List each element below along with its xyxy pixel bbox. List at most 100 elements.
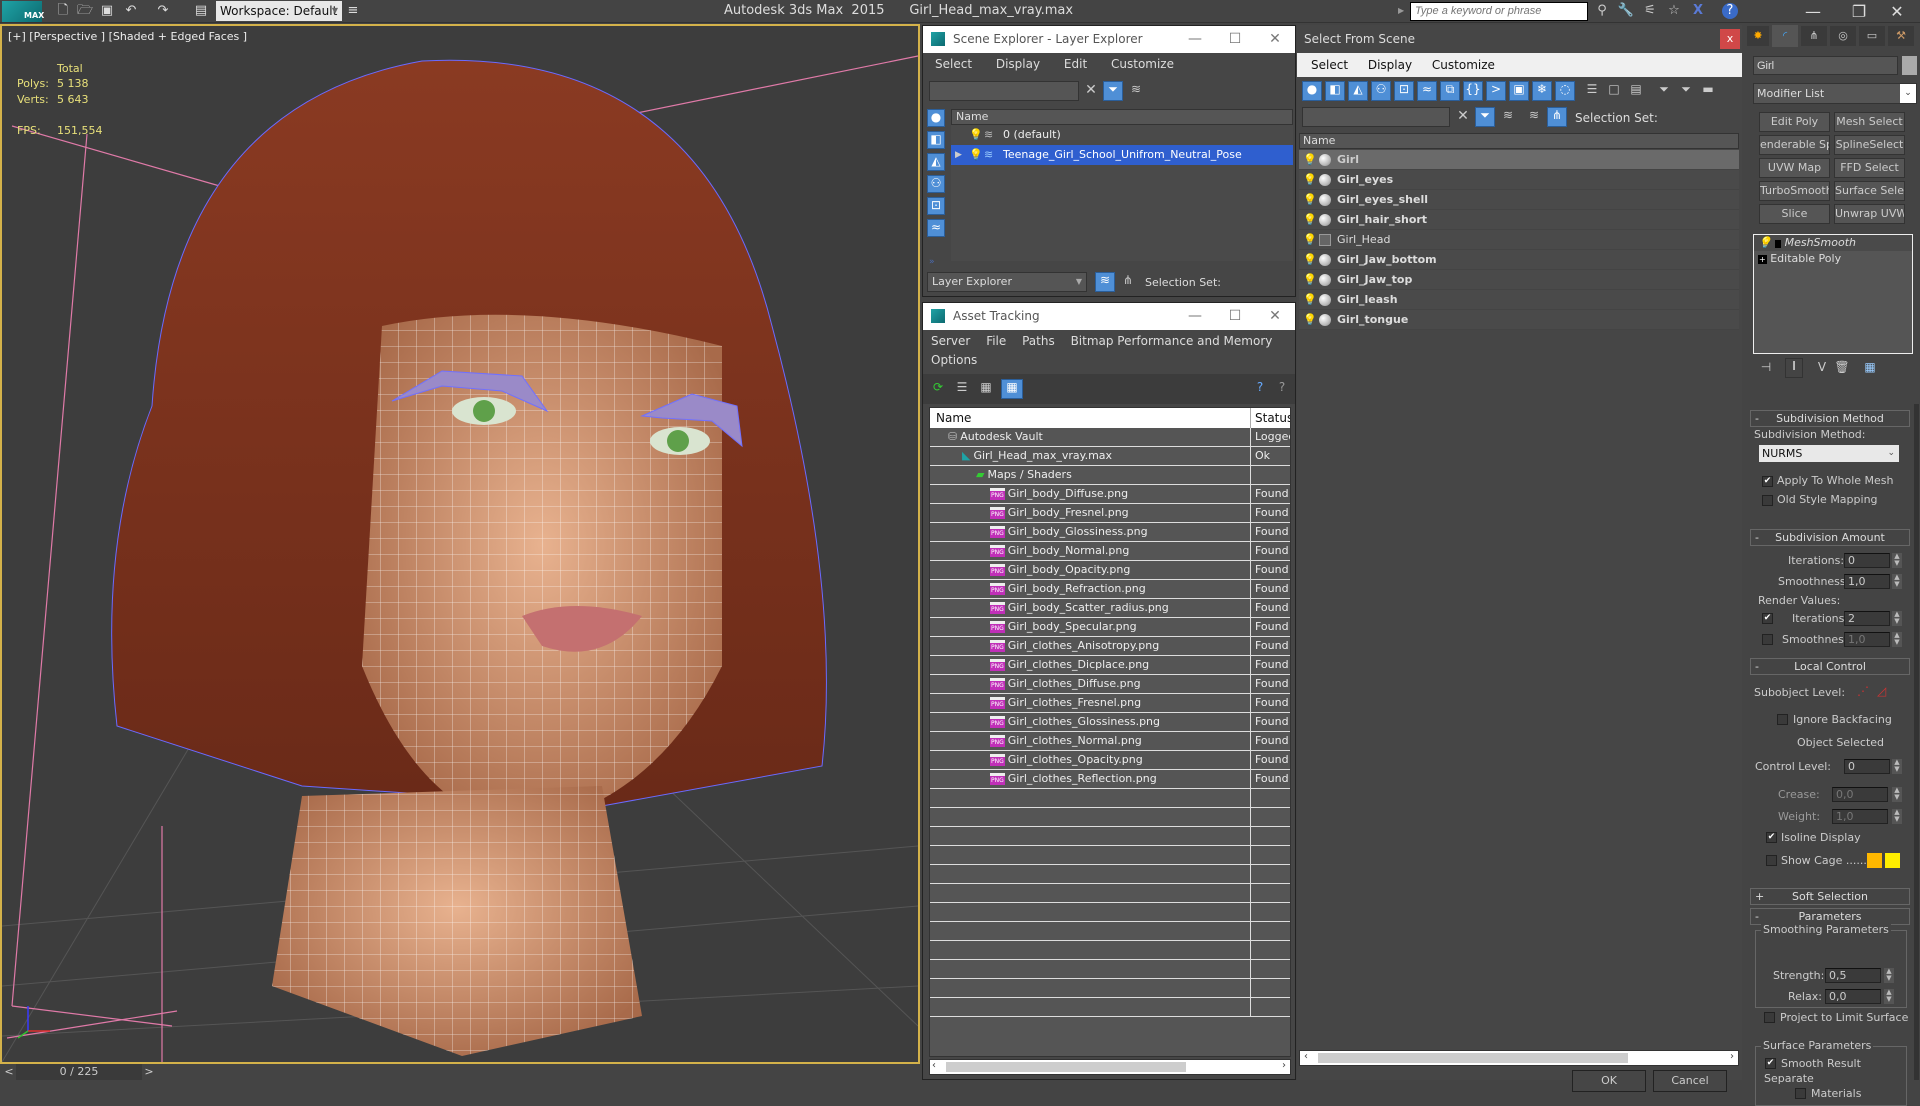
lights-filter-icon[interactable]: ◭ — [1348, 81, 1368, 101]
layer-options-icon[interactable]: ≋ — [1127, 82, 1145, 100]
visibility-bulb-icon[interactable]: 💡 — [1303, 230, 1317, 250]
help-icon[interactable]: ? — [1273, 380, 1291, 398]
display-invert-icon[interactable]: ▤ — [1627, 82, 1645, 100]
next-frame-button[interactable]: > — [142, 1064, 156, 1080]
visibility-bulb-icon[interactable]: 💡 — [1303, 270, 1317, 290]
asset-row[interactable]: PNG Girl_clothes_Reflection.png Found — [930, 770, 1290, 789]
asset-row[interactable]: PNG Girl_clothes_Anisotropy.png Found — [930, 637, 1290, 656]
time-slider[interactable]: 0 / 225 — [16, 1064, 142, 1080]
helpers-filter-icon[interactable]: ⊡ — [1394, 81, 1414, 101]
asset-row[interactable]: PNG Girl_body_Scatter_radius.png Found — [930, 599, 1290, 618]
scene-object-row[interactable]: 💡 Girl_eyes — [1299, 170, 1739, 190]
visibility-bulb-icon[interactable]: 💡 — [1303, 170, 1317, 190]
scroll-right-icon[interactable]: › — [1730, 1051, 1734, 1062]
groups-filter-icon[interactable]: ⧉ — [1440, 81, 1460, 101]
sort-by-hierarchy-icon[interactable]: ⋔ — [1119, 273, 1137, 291]
utilities-tab-icon[interactable]: ⚒ — [1888, 26, 1914, 46]
spacewarps-filter-icon[interactable]: ≈ — [1417, 81, 1437, 101]
asset-row[interactable]: PNG Girl_clothes_Fresnel.png Found — [930, 694, 1290, 713]
expand-icon[interactable]: + — [1758, 255, 1767, 264]
key-icon[interactable]: 🔧 — [1616, 2, 1636, 20]
scroll-right-icon[interactable]: › — [1282, 1060, 1286, 1071]
show-cage-checkbox[interactable] — [1766, 855, 1777, 866]
relax-spinner[interactable]: 0,0 — [1825, 989, 1881, 1004]
helpers-filter-icon[interactable]: ⊡ — [927, 197, 945, 215]
spinner-arrows-icon[interactable]: ▲ ▼ — [1892, 759, 1902, 774]
frozen-filter-icon[interactable]: ❄ — [1532, 81, 1552, 101]
display-all-icon[interactable]: ☰ — [1583, 82, 1601, 100]
visibility-bulb-icon[interactable]: 💡 — [1303, 310, 1317, 330]
open-file-icon[interactable]: 🗁 — [76, 3, 94, 19]
menu-options[interactable]: Options — [931, 353, 977, 367]
modifier-button-turbosmooth[interactable]: TurboSmooth — [1759, 181, 1830, 201]
modifier-button-unwrap-uvw[interactable]: Unwrap UVW — [1834, 204, 1905, 224]
asset-row[interactable]: PNG Girl_clothes_Dicplace.png Found — [930, 656, 1290, 675]
render-iterations-checkbox[interactable]: ✔ — [1762, 613, 1773, 624]
undo-icon[interactable]: ↶ — [122, 3, 140, 19]
asset-row[interactable]: PNG Girl_clothes_Opacity.png Found — [930, 751, 1290, 770]
render-iterations-spinner[interactable]: 2 — [1844, 611, 1890, 626]
layer-options-icon[interactable]: ≋ — [1499, 108, 1517, 126]
lightbulb-icon[interactable]: 💡 — [1758, 236, 1772, 249]
render-smoothness-checkbox[interactable] — [1762, 634, 1773, 645]
cancel-button[interactable]: Cancel — [1653, 1070, 1727, 1092]
modifier-button-renderable-spline[interactable]: enderable Splin — [1759, 135, 1830, 155]
scroll-left-icon[interactable]: ‹ — [1304, 1051, 1308, 1062]
menu-select[interactable]: Select — [1311, 58, 1348, 72]
close-button[interactable]: x — [1720, 29, 1740, 49]
modifier-button-spline-select[interactable]: SplineSelect — [1834, 135, 1905, 155]
asset-row[interactable]: ◣ Girl_Head_max_vray.max Ok — [930, 447, 1290, 466]
edge-subobject-icon[interactable]: ◿ — [1877, 684, 1886, 698]
spinner-arrows-icon[interactable]: ▲ ▼ — [1892, 787, 1902, 802]
visibility-bulb-icon[interactable]: 💡 — [1303, 150, 1317, 170]
horizontal-scrollbar[interactable]: ‹ › — [929, 1059, 1291, 1075]
asset-row[interactable]: ▰ Maps / Shaders — [930, 466, 1290, 485]
new-file-icon[interactable]: 🗋 — [54, 3, 72, 19]
asset-row[interactable]: PNG Girl_clothes_Diffuse.png Found — [930, 675, 1290, 694]
soft-selection-rollout[interactable]: + Soft Selection — [1750, 888, 1910, 905]
object-color-swatch[interactable] — [1902, 56, 1917, 75]
menu-file[interactable]: File — [986, 334, 1006, 348]
asset-row[interactable]: PNG Girl_body_Diffuse.png Found — [930, 485, 1290, 504]
tree-view-icon[interactable]: ▦ — [977, 380, 995, 398]
app-logo-button[interactable]: MAX — [2, 1, 44, 22]
menu-bitmap-performance[interactable]: Bitmap Performance and Memory — [1071, 334, 1273, 348]
name-column-header[interactable]: Name — [951, 109, 1293, 125]
control-level-spinner[interactable]: 0 — [1844, 759, 1890, 774]
subdivision-method-rollout[interactable]: - Subdivision Method — [1750, 410, 1910, 427]
smooth-result-checkbox[interactable]: ✔ — [1765, 1058, 1776, 1069]
menu-customize[interactable]: Customize — [1432, 58, 1495, 72]
display-none-icon[interactable]: □ — [1605, 82, 1623, 100]
select-from-scene-titlebar[interactable]: Select From Scene x — [1297, 25, 1742, 53]
apply-whole-mesh-checkbox[interactable]: ✔ — [1762, 476, 1773, 487]
object-name-input[interactable] — [1753, 56, 1898, 75]
local-control-rollout[interactable]: - Local Control — [1750, 658, 1910, 675]
scene-explorer-titlebar[interactable]: Scene Explorer - Layer Explorer — ☐ ✕ — [923, 26, 1295, 53]
asset-row[interactable]: ⛁Autodesk Vault Logged — [930, 428, 1290, 447]
weight-spinner[interactable]: 1,0 — [1832, 809, 1888, 824]
command-panel-scrollbar[interactable] — [1914, 404, 1919, 1080]
minimize-button[interactable]: — — [1175, 303, 1215, 330]
scene-object-row[interactable]: 💡 Girl_leash — [1299, 290, 1739, 310]
menu-display[interactable]: Display — [1368, 58, 1412, 72]
name-column-header[interactable]: Name — [1299, 133, 1739, 149]
customize-toolbar-icon[interactable]: ≡ — [344, 3, 362, 19]
explorer-mode-dropdown[interactable]: Layer Explorer ▼ — [927, 272, 1087, 292]
spacewarps-filter-icon[interactable]: ≈ — [927, 219, 945, 237]
filter-toggle-icon[interactable]: ⏷ — [1475, 107, 1495, 127]
scroll-left-icon[interactable]: ‹ — [932, 1060, 936, 1071]
spinner-arrows-icon[interactable]: ▲ ▼ — [1892, 611, 1902, 626]
visibility-bulb-icon[interactable]: 💡 — [1303, 190, 1317, 210]
asset-row[interactable]: PNG Girl_body_Refraction.png Found — [930, 580, 1290, 599]
containers-filter-icon[interactable]: ▣ — [1509, 81, 1529, 101]
list-view-icon[interactable]: ☰ — [953, 380, 971, 398]
column-header-name[interactable]: Name — [936, 408, 971, 428]
exchange-apps-icon[interactable]: X — [1688, 2, 1708, 20]
select-from-scene-search-input[interactable] — [1302, 107, 1450, 127]
pin-stack-icon[interactable]: ⊣ — [1757, 360, 1775, 376]
layer-row[interactable]: 💡 ≋ 0 (default) — [951, 125, 1293, 145]
menu-server[interactable]: Server — [931, 334, 970, 348]
modifier-button-ffd-select[interactable]: FFD Select — [1834, 158, 1905, 178]
expand-arrow-icon[interactable]: ▶ — [955, 145, 962, 165]
scene-object-row[interactable]: 💡 Girl — [1299, 150, 1739, 170]
